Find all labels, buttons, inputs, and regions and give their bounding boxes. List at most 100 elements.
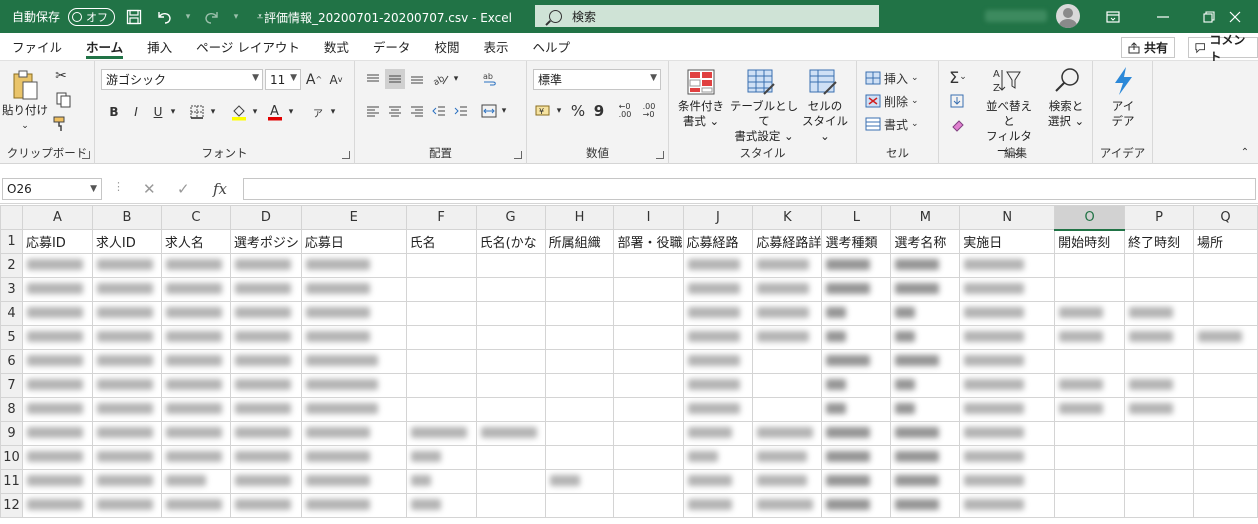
borders-icon[interactable] [187, 101, 207, 123]
currency-dropdown-icon[interactable]: ▾ [554, 101, 564, 121]
cell-styles-icon[interactable] [807, 67, 839, 97]
cell[interactable] [229, 397, 302, 422]
increase-font-icon[interactable]: A ^ [305, 69, 323, 90]
column-header[interactable]: D [229, 205, 302, 230]
cell[interactable] [959, 373, 1056, 398]
share-button[interactable]: 共有 [1121, 37, 1176, 58]
comma-button[interactable]: 9 [591, 101, 607, 121]
column-header[interactable]: C [160, 205, 231, 230]
row-header[interactable]: 3 [0, 277, 23, 302]
cell[interactable] [1054, 373, 1126, 398]
cell[interactable] [544, 445, 615, 470]
cell[interactable] [229, 325, 302, 350]
align-center-icon[interactable] [385, 101, 405, 121]
cell[interactable] [613, 421, 684, 446]
cell[interactable] [1054, 445, 1126, 470]
cell[interactable] [890, 493, 961, 518]
row-header[interactable]: 5 [0, 325, 23, 350]
merge-center-icon[interactable] [479, 101, 499, 121]
cell[interactable] [959, 349, 1056, 374]
cell[interactable] [160, 397, 231, 422]
phonetic-dropdown-icon[interactable]: ▾ [327, 101, 339, 123]
formula-input[interactable] [243, 178, 1256, 200]
align-right-icon[interactable] [407, 101, 427, 121]
header-cell[interactable]: 選考種類 [821, 229, 892, 254]
tab-formulas[interactable]: 数式 [312, 33, 361, 61]
cell[interactable] [300, 493, 407, 518]
tab-view[interactable]: 表示 [471, 33, 520, 61]
row-header[interactable]: 9 [0, 421, 23, 446]
number-launcher-icon[interactable] [656, 151, 664, 159]
insert-function-icon[interactable]: fx [213, 180, 227, 198]
cell[interactable] [544, 325, 615, 350]
font-name-select[interactable]: 游ゴシック ▼ [101, 69, 263, 90]
cell[interactable] [1054, 253, 1126, 278]
cell[interactable] [1054, 493, 1126, 518]
cell[interactable] [405, 493, 477, 518]
cell[interactable] [544, 373, 615, 398]
tab-home[interactable]: ホーム [74, 33, 135, 61]
cell[interactable] [1192, 421, 1258, 446]
cell[interactable] [91, 373, 162, 398]
cell[interactable] [613, 325, 684, 350]
cell[interactable] [475, 349, 546, 374]
align-bottom-icon[interactable] [407, 69, 427, 89]
cell[interactable] [959, 253, 1056, 278]
row-header[interactable]: 10 [0, 445, 23, 470]
cell[interactable] [682, 469, 754, 494]
cell[interactable] [405, 421, 477, 446]
cell[interactable] [21, 301, 93, 326]
cell[interactable] [752, 469, 823, 494]
cell[interactable] [821, 445, 892, 470]
format-as-table-icon[interactable] [745, 67, 777, 97]
row-header[interactable]: 1 [0, 229, 23, 254]
search-box[interactable]: 検索 [535, 5, 879, 27]
cell[interactable] [1054, 397, 1126, 422]
cell[interactable] [890, 445, 961, 470]
sort-filter-icon[interactable]: AZ [991, 65, 1023, 95]
cell[interactable] [1124, 301, 1194, 326]
row-header[interactable]: 11 [0, 469, 23, 494]
cell[interactable] [544, 301, 615, 326]
cell[interactable] [21, 397, 93, 422]
cell[interactable] [475, 253, 546, 278]
cell[interactable] [821, 469, 892, 494]
paste-label[interactable]: 貼り付け [2, 103, 48, 118]
cell[interactable] [475, 397, 546, 422]
header-cell[interactable]: 応募日 [300, 229, 407, 254]
paste-dropdown-icon[interactable]: ⌄ [18, 119, 32, 134]
column-header[interactable]: E [300, 205, 407, 230]
row-header[interactable]: 8 [0, 397, 23, 422]
cell[interactable] [821, 373, 892, 398]
cell[interactable] [544, 397, 615, 422]
column-header[interactable]: P [1124, 205, 1194, 230]
cell[interactable] [91, 445, 162, 470]
cell[interactable] [475, 277, 546, 302]
cell[interactable] [959, 301, 1056, 326]
paste-icon[interactable] [8, 67, 42, 103]
cell[interactable] [160, 349, 231, 374]
cell[interactable] [475, 493, 546, 518]
clipboard-launcher-icon[interactable] [82, 151, 90, 159]
cell[interactable] [821, 277, 892, 302]
cell[interactable] [613, 469, 684, 494]
cell[interactable] [682, 373, 754, 398]
cell[interactable] [821, 421, 892, 446]
cell[interactable] [300, 469, 407, 494]
cell[interactable] [475, 373, 546, 398]
merge-dropdown-icon[interactable]: ▾ [499, 101, 509, 121]
cell[interactable] [890, 301, 961, 326]
cell[interactable] [405, 397, 477, 422]
cell[interactable] [475, 421, 546, 446]
cell[interactable] [1054, 349, 1126, 374]
tab-file[interactable]: ファイル [0, 33, 74, 61]
currency-icon[interactable]: ¥ [533, 101, 555, 121]
cell[interactable] [613, 493, 684, 518]
format-cells-button[interactable]: 書式 ⌄ [865, 115, 937, 133]
cell[interactable] [21, 277, 93, 302]
cell[interactable] [1192, 397, 1258, 422]
cell[interactable] [1054, 301, 1126, 326]
cell[interactable] [682, 301, 754, 326]
header-cell[interactable]: 実施日 [959, 229, 1056, 254]
cell[interactable] [300, 325, 407, 350]
